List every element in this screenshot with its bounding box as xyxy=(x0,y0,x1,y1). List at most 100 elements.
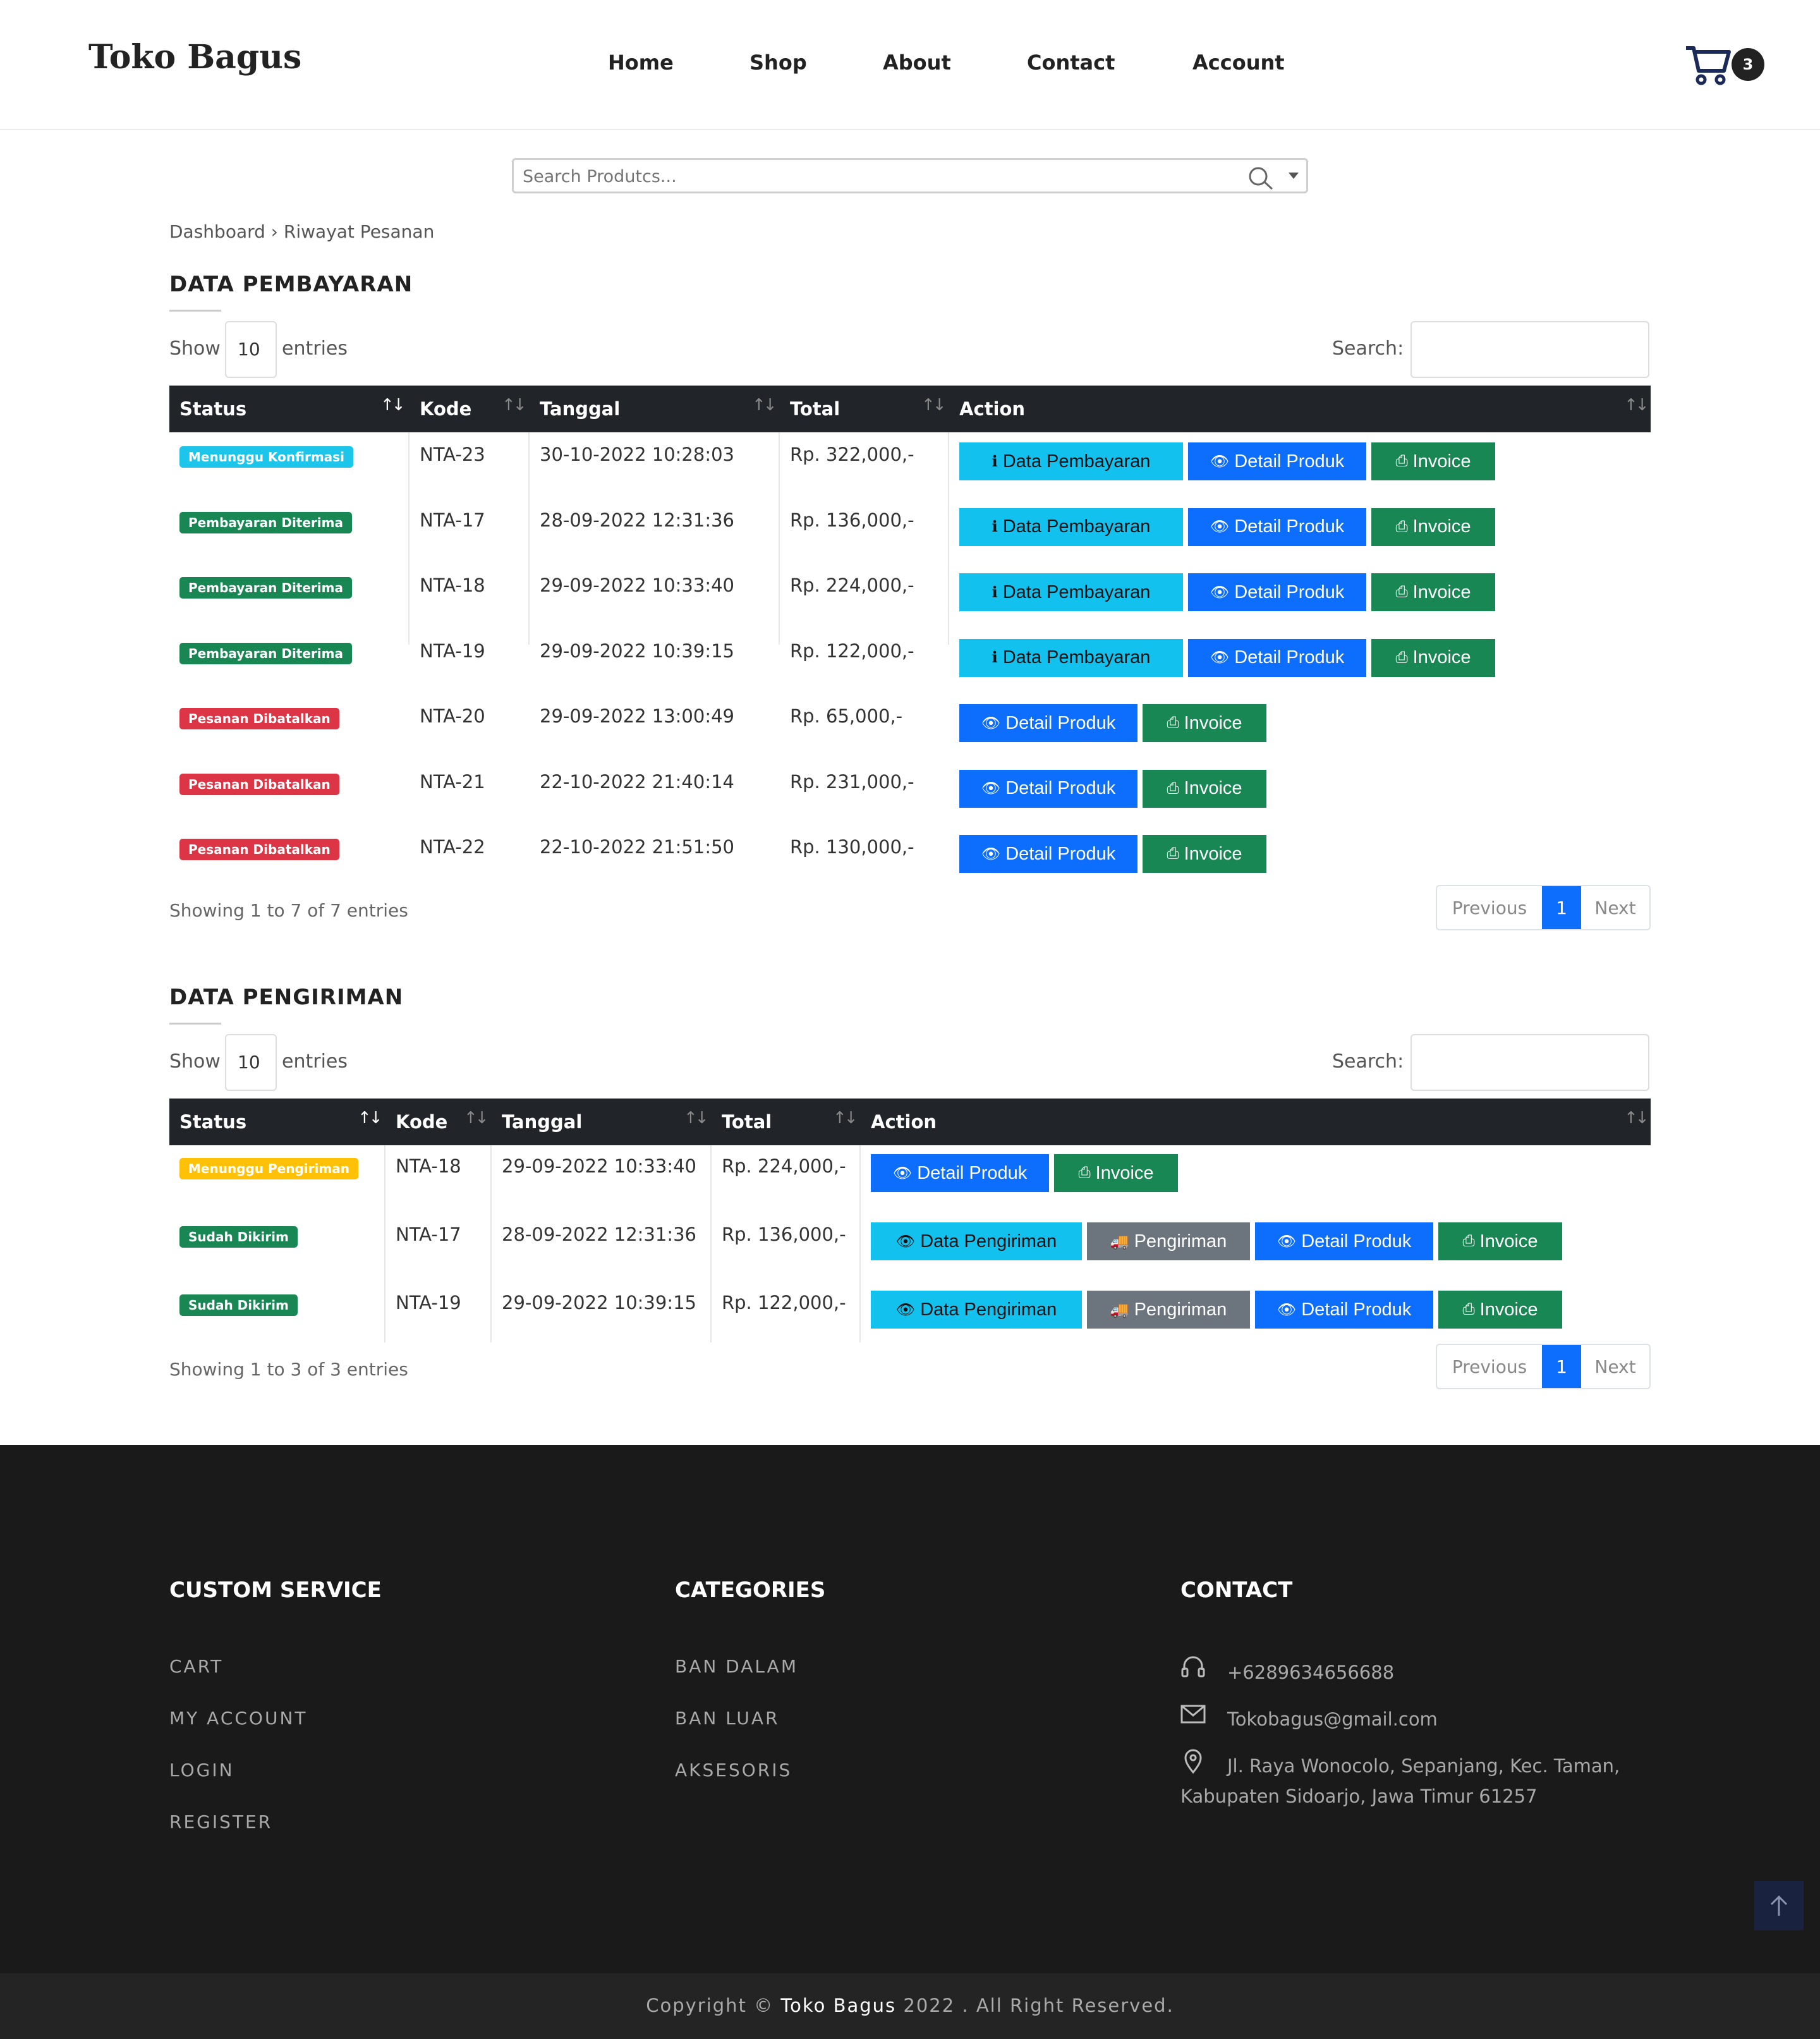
detail-produk-button[interactable]: 👁 Detail Produk xyxy=(959,835,1138,873)
pagination-page-1[interactable]: 1 xyxy=(1542,886,1581,929)
print-icon: ⎙ xyxy=(1462,1233,1475,1250)
pengiriman-button[interactable]: 🚚 Pengiriman xyxy=(1087,1222,1250,1260)
pagination-previous[interactable]: Previous xyxy=(1437,1345,1542,1388)
nav-home[interactable]: Home xyxy=(608,51,674,75)
detail-produk-button[interactable]: 👁 Detail Produk xyxy=(1255,1222,1433,1260)
detail-produk-button[interactable]: 👁 Detail Produk xyxy=(871,1154,1049,1192)
invoice-button[interactable]: ⎙ Invoice xyxy=(1371,442,1495,480)
eye-icon: 👁 xyxy=(1210,518,1230,535)
print-icon: ⎙ xyxy=(1167,779,1179,797)
nav-contact[interactable]: Contact xyxy=(1027,51,1115,75)
pengiriman-button[interactable]: 🚚 Pengiriman xyxy=(1087,1291,1250,1329)
table-row: Pembayaran Diterima NTA-17 28-09-2022 12:3… xyxy=(169,498,1651,564)
shipping-length-select[interactable]: 10 xyxy=(225,1034,277,1091)
site-footer: CUSTOM SERVICE CART MY ACCOUNT LOGIN REG… xyxy=(0,1445,1820,1973)
detail-produk-button[interactable]: 👁 Detail Produk xyxy=(959,769,1138,808)
copyright-prefix: Copyright © xyxy=(646,1995,781,2016)
footer-link-ban-dalam[interactable]: BAN DALAM xyxy=(675,1656,798,1677)
invoice-button[interactable]: ⎙ Invoice xyxy=(1371,573,1495,611)
data-pembayaran-button[interactable]: ℹ Data Pembayaran xyxy=(959,638,1183,677)
data-pengiriman-button[interactable]: 👁 Data Pengiriman xyxy=(871,1291,1082,1329)
payment-length-select[interactable]: 10 xyxy=(225,321,277,378)
footer-address-line1: Jl. Raya Wonocolo, Sepanjang, Kec. Taman… xyxy=(1227,1755,1620,1777)
sort-icon[interactable]: ↑↓ xyxy=(833,1109,858,1128)
data-pembayaran-button[interactable]: ℹ Data Pembayaran xyxy=(959,573,1183,611)
sort-icon[interactable]: ↑↓ xyxy=(1624,396,1649,415)
data-pembayaran-button[interactable]: ℹ Data Pembayaran xyxy=(959,442,1183,480)
invoice-button[interactable]: ⎙ Invoice xyxy=(1143,835,1266,873)
nav-shop[interactable]: Shop xyxy=(749,51,807,75)
footer-link-login[interactable]: LOGIN xyxy=(169,1760,234,1780)
sort-icon[interactable]: ↑↓ xyxy=(380,396,406,415)
chevron-down-icon[interactable] xyxy=(1289,173,1299,179)
col-action[interactable]: Action xyxy=(861,1099,937,1145)
sort-icon[interactable]: ↑↓ xyxy=(684,1109,709,1128)
print-icon: ⎙ xyxy=(1078,1164,1091,1181)
pagination-next[interactable]: Next xyxy=(1581,886,1649,929)
back-to-top-button[interactable] xyxy=(1754,1881,1804,1930)
table-row: Pembayaran Diterima NTA-18 29-09-2022 10:3… xyxy=(169,563,1651,629)
invoice-button[interactable]: ⎙ Invoice xyxy=(1438,1291,1562,1329)
copyright-brand[interactable]: Toko Bagus xyxy=(780,1995,896,2016)
col-status[interactable]: Status xyxy=(169,386,246,432)
footer-link-aksesoris[interactable]: AKSESORIS xyxy=(675,1760,792,1780)
col-total[interactable]: Total xyxy=(780,386,840,432)
sort-icon[interactable]: ↑↓ xyxy=(358,1109,383,1128)
nav-account[interactable]: Account xyxy=(1192,51,1285,75)
search-icon[interactable] xyxy=(1247,165,1275,190)
button-label: Detail Produk xyxy=(1005,712,1116,733)
invoice-button[interactable]: ⎙ Invoice xyxy=(1438,1222,1562,1260)
status-badge: Pesanan Dibatalkan xyxy=(179,773,339,795)
footer-phone: +6289634656688 xyxy=(1227,1662,1395,1683)
eye-icon: 👁 xyxy=(1277,1301,1297,1318)
print-icon: ⎙ xyxy=(1395,518,1408,535)
data-pengiriman-button[interactable]: 👁 Data Pengiriman xyxy=(871,1222,1082,1260)
invoice-button[interactable]: ⎙ Invoice xyxy=(1143,769,1266,808)
payment-table-info: Showing 1 to 7 of 7 entries xyxy=(169,900,408,921)
col-tanggal[interactable]: Tanggal xyxy=(530,386,620,432)
footer-link-my-account[interactable]: MY ACCOUNT xyxy=(169,1708,308,1729)
product-search-input[interactable] xyxy=(523,164,1218,189)
nav-about[interactable]: About xyxy=(883,51,951,75)
invoice-button[interactable]: ⎙ Invoice xyxy=(1371,508,1495,546)
status-badge: Pesanan Dibatalkan xyxy=(179,839,339,860)
footer-link-register[interactable]: REGISTER xyxy=(169,1811,272,1832)
invoice-button[interactable]: ⎙ Invoice xyxy=(1054,1154,1178,1192)
footer-email[interactable]: Tokobagus@gmail.com xyxy=(1227,1704,1438,1734)
data-pembayaran-button[interactable]: ℹ Data Pembayaran xyxy=(959,508,1183,546)
cell-tanggal: 29-09-2022 10:33:40 xyxy=(540,575,734,596)
footer-link-ban-luar[interactable]: BAN LUAR xyxy=(675,1708,780,1729)
detail-produk-button[interactable]: 👁 Detail Produk xyxy=(1255,1291,1433,1329)
col-total[interactable]: Total xyxy=(712,1099,772,1145)
pagination-previous[interactable]: Previous xyxy=(1437,886,1542,929)
col-status[interactable]: Status xyxy=(169,1099,246,1145)
cell-tanggal: 29-09-2022 13:00:49 xyxy=(540,705,734,727)
pagination-next[interactable]: Next xyxy=(1581,1345,1649,1388)
status-badge: Pembayaran Diterima xyxy=(179,577,352,599)
shipping-search-input[interactable] xyxy=(1410,1034,1649,1091)
sort-icon[interactable]: ↑↓ xyxy=(1624,1109,1649,1128)
invoice-button[interactable]: ⎙ Invoice xyxy=(1371,638,1495,677)
col-kode[interactable]: Kode xyxy=(385,1099,447,1145)
sort-icon[interactable]: ↑↓ xyxy=(752,396,777,415)
sort-icon[interactable]: ↑↓ xyxy=(921,396,947,415)
cart-icon[interactable] xyxy=(1684,43,1734,87)
main-nav: Home Shop About Contact Account xyxy=(0,51,1820,80)
button-label: Invoice xyxy=(1184,712,1242,733)
detail-produk-button[interactable]: 👁 Detail Produk xyxy=(1188,442,1366,480)
sort-icon[interactable]: ↑↓ xyxy=(464,1109,489,1128)
button-label: Pengiriman xyxy=(1134,1299,1227,1320)
detail-produk-button[interactable]: 👁 Detail Produk xyxy=(1188,638,1366,677)
payment-search-input[interactable] xyxy=(1410,321,1649,378)
pagination-page-1[interactable]: 1 xyxy=(1542,1345,1581,1388)
col-kode[interactable]: Kode xyxy=(410,386,471,432)
col-tanggal[interactable]: Tanggal xyxy=(492,1099,582,1145)
detail-produk-button[interactable]: 👁 Detail Produk xyxy=(1188,573,1366,611)
col-action[interactable]: Action xyxy=(949,386,1025,432)
invoice-button[interactable]: ⎙ Invoice xyxy=(1143,704,1266,742)
show-label: Show xyxy=(169,338,221,360)
footer-link-cart[interactable]: CART xyxy=(169,1656,223,1677)
detail-produk-button[interactable]: 👁 Detail Produk xyxy=(1188,508,1366,546)
detail-produk-button[interactable]: 👁 Detail Produk xyxy=(959,704,1138,742)
sort-icon[interactable]: ↑↓ xyxy=(502,396,527,415)
